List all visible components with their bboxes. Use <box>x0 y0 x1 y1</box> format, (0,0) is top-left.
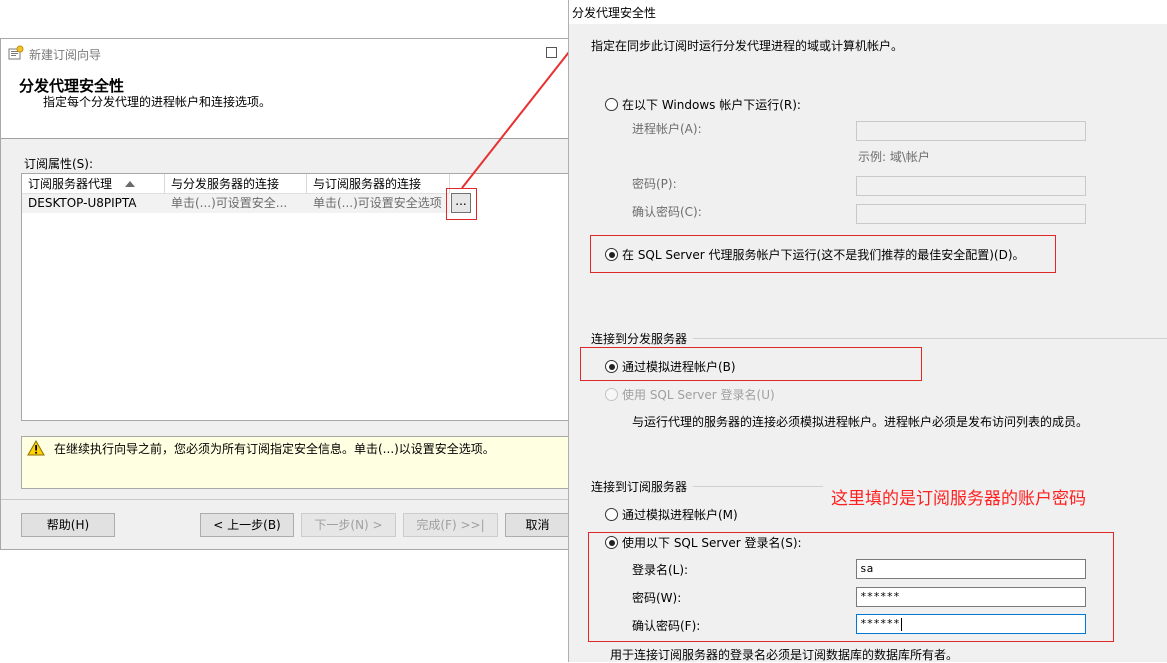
distributor-impersonate-label: 通过模拟进程帐户(B) <box>622 360 736 374</box>
subscriber-sql-login-radio[interactable] <box>605 536 618 549</box>
subscription-properties-label: 订阅属性(S): <box>24 157 94 171</box>
distributor-sql-login-label: 使用 SQL Server 登录名(U) <box>622 388 775 402</box>
finish-button[interactable]: 完成(F) >>| <box>403 513 498 537</box>
back-button[interactable]: < 上一步(B) <box>200 513 294 537</box>
dialog-titlebar: 分发代理安全性 <box>569 0 1167 24</box>
run-under-agent-account-radio[interactable] <box>605 248 618 261</box>
subscriber-group-label: 连接到订阅服务器 <box>591 480 688 494</box>
distributor-group-divider <box>693 338 1167 339</box>
distributor-impersonate-radio[interactable] <box>605 360 618 373</box>
process-account-input[interactable] <box>856 121 1086 141</box>
subscriber-sql-login-label: 使用以下 SQL Server 登录名(S): <box>622 536 802 550</box>
column-header-subscriber-agent[interactable]: 订阅服务器代理 <box>22 174 165 194</box>
subscriber-login-label: 登录名(L): <box>632 563 689 577</box>
dialog-description: 指定在同步此订阅时运行分发代理进程的域或计算机帐户。 <box>591 39 904 53</box>
annotation-text: 这里填的是订阅服务器的账户密码 <box>831 489 1086 509</box>
column-header-subscriber-connection[interactable]: 与订阅服务器的连接 <box>307 174 450 194</box>
process-account-example: 示例: 域\帐户 <box>858 150 930 164</box>
subscriber-password-label: 密码(W): <box>632 591 682 605</box>
subscriber-note: 用于连接订阅服务器的登录名必须是订阅数据库的数据库所有者。 <box>610 648 959 662</box>
wizard-window-title: 新建订阅向导 <box>29 48 102 62</box>
run-under-windows-account-radio[interactable] <box>605 98 618 111</box>
subscriber-login-input[interactable]: sa <box>856 559 1086 579</box>
distributor-note: 与运行代理的服务器的连接必须模拟进程帐户。进程帐户必须是发布访问列表的成员。 <box>632 415 1089 429</box>
cell-subscriber-agent: DESKTOP-U8PIPTA <box>22 194 165 213</box>
process-account-label: 进程帐户(A): <box>632 122 702 136</box>
warning-message-panel: 在继续执行向导之前，您必须为所有订阅指定安全信息。单击(...)以设置安全选项。 <box>21 436 569 489</box>
process-confirm-password-label: 确认密码(C): <box>632 205 702 219</box>
cell-subscriber-connection: 单击(...)可设置安全选项 <box>307 194 450 213</box>
process-confirm-password-input[interactable] <box>856 204 1086 224</box>
subscriber-impersonate-radio[interactable] <box>605 508 618 521</box>
distributor-group-label: 连接到分发服务器 <box>591 332 688 346</box>
process-password-input[interactable] <box>856 176 1086 196</box>
cell-distributor-connection: 单击(...)可设置安全... <box>165 194 307 213</box>
warning-icon <box>27 440 45 456</box>
subscriber-group-divider <box>693 486 823 487</box>
sort-ascending-icon <box>124 181 135 187</box>
wizard-app-icon <box>8 45 24 60</box>
cancel-button[interactable]: 取消 <box>505 513 569 537</box>
run-under-agent-account-label: 在 SQL Server 代理服务帐户下运行(这不是我们推荐的最佳安全配置)(D… <box>622 248 1025 262</box>
subscriber-password-input[interactable]: ****** <box>856 587 1086 607</box>
help-button[interactable]: 帮助(H) <box>21 513 115 537</box>
dialog-title: 分发代理安全性 <box>572 6 657 20</box>
run-under-windows-account-label: 在以下 Windows 帐户下运行(R): <box>622 98 801 112</box>
warning-text: 在继续执行向导之前，您必须为所有订阅指定安全信息。单击(...)以设置安全选项。 <box>54 442 495 456</box>
page-subtitle: 指定每个分发代理的进程帐户和连接选项。 <box>43 95 272 109</box>
subscriber-confirm-password-label: 确认密码(F): <box>632 619 701 633</box>
process-password-label: 密码(P): <box>632 177 677 191</box>
column-header-distributor-connection[interactable]: 与分发服务器的连接 <box>165 174 307 194</box>
footer-divider <box>1 499 569 500</box>
subscriber-confirm-password-input[interactable]: ****** <box>856 614 1086 634</box>
distributor-sql-login-radio[interactable] <box>605 388 618 401</box>
text-cursor <box>900 617 902 631</box>
next-button[interactable]: 下一步(N) > <box>301 513 396 537</box>
subscriber-impersonate-label: 通过模拟进程帐户(M) <box>622 508 738 522</box>
distribution-agent-security-dialog: 分发代理安全性 指定在同步此订阅时运行分发代理进程的域或计算机帐户。 在以下 W… <box>568 0 1167 662</box>
